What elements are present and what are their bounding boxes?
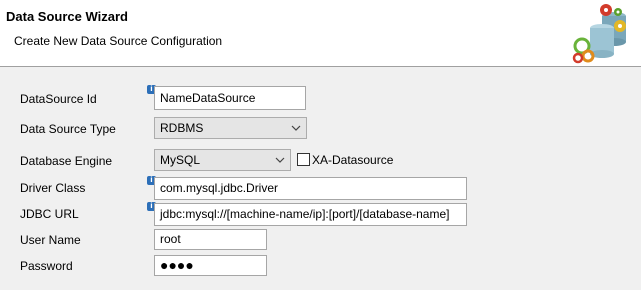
database-engine-label: Database Engine [20, 154, 113, 168]
database-engine-value: MySQL [160, 153, 201, 167]
driver-class-label: Driver Class [20, 181, 86, 195]
password-field[interactable]: ●●●● [154, 255, 267, 276]
datasource-id-label: DataSource Id [20, 92, 97, 106]
wizard-subtitle: Create New Data Source Configuration [14, 34, 223, 48]
wizard-title: Data Source Wizard [6, 9, 128, 24]
datasource-type-select[interactable]: RDBMS [154, 117, 307, 139]
password-label: Password [20, 259, 73, 273]
database-engine-select[interactable]: MySQL [154, 149, 291, 171]
jdbc-url-label: JDBC URL [20, 207, 79, 221]
datasource-type-value: RDBMS [160, 121, 204, 135]
jdbc-url-field[interactable]: jdbc:mysql://[machine-name/ip]:[port]/[d… [154, 203, 467, 226]
user-name-field[interactable]: root [154, 229, 267, 250]
xa-datasource-label: XA-Datasource [312, 153, 394, 167]
database-gears-icon [572, 4, 626, 64]
wizard-header: Data Source Wizard Create New Data Sourc… [0, 0, 641, 67]
datasource-id-field[interactable]: NameDataSource [154, 86, 306, 110]
user-name-label: User Name [20, 233, 81, 247]
chevron-down-icon [291, 125, 301, 131]
datasource-type-label: Data Source Type [20, 122, 116, 136]
driver-class-field[interactable]: com.mysql.jdbc.Driver [154, 177, 467, 200]
chevron-down-icon [275, 157, 285, 163]
xa-datasource-checkbox[interactable] [297, 153, 310, 166]
